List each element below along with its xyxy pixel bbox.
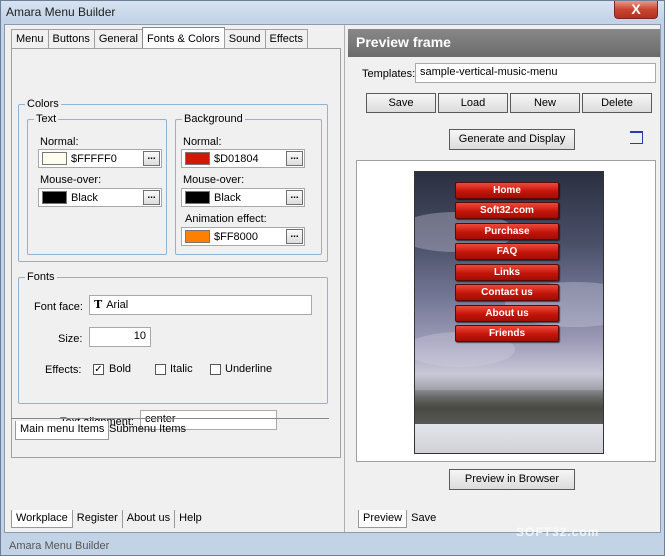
tab-save[interactable]: Save	[407, 510, 440, 528]
preview-header: Preview frame	[348, 29, 660, 57]
animation-value: $FF8000	[214, 231, 259, 243]
settings-tabs: Menu Buttons General Fonts & Colors Soun…	[11, 27, 308, 49]
bg-normal-swatch	[185, 152, 210, 165]
delete-template-button[interactable]: Delete	[582, 93, 652, 113]
text-mouseover-label: Mouse-over:	[40, 174, 102, 186]
bg-mouseover-label: Mouse-over:	[183, 174, 245, 186]
tab-submenu-items[interactable]: Submenu Items	[105, 421, 190, 440]
client-area: Menu Buttons General Fonts & Colors Soun…	[4, 24, 661, 533]
bg-mouseover-swatch	[185, 191, 210, 204]
tab-effects[interactable]: Effects	[264, 29, 308, 48]
preview-in-browser-button[interactable]: Preview in Browser	[449, 469, 575, 490]
preview-frame: Home Soft32.com Purchase FAQ Links Conta…	[356, 160, 656, 462]
italic-label: Italic	[170, 363, 193, 375]
text-normal-value: $FFFFF0	[71, 153, 117, 165]
animation-effect-label: Animation effect:	[185, 213, 267, 225]
preview-menu-item-contact-us[interactable]: Contact us	[455, 284, 559, 301]
text-mouseover-picker-button[interactable]: ...	[143, 190, 160, 205]
background-legend: Background	[184, 113, 243, 125]
preview-panel: Preview frame Templates: sample-vertical…	[348, 25, 660, 532]
bg-normal-color-field[interactable]: $D01804 ...	[181, 149, 305, 168]
bg-mouseover-value: Black	[214, 192, 241, 204]
text-mouseover-swatch	[42, 191, 67, 204]
preview-tabs: Preview Save	[358, 510, 440, 530]
animation-swatch	[185, 230, 210, 243]
tab-help[interactable]: Help	[175, 510, 206, 528]
text-legend: Text	[36, 113, 57, 125]
bg-normal-label: Normal:	[183, 136, 222, 148]
tab-menu[interactable]: Menu	[11, 29, 49, 48]
close-button[interactable]: X	[614, 1, 658, 19]
title-bar: Amara Menu Builder X	[1, 1, 664, 23]
templates-label: Templates:	[362, 68, 416, 80]
bold-checkbox[interactable]: ✓	[93, 364, 104, 375]
tab-register[interactable]: Register	[73, 510, 123, 528]
bg-normal-value: $D01804	[214, 153, 259, 165]
preview-menu-item-friends[interactable]: Friends	[455, 325, 559, 342]
text-mouseover-color-field[interactable]: Black ...	[38, 188, 162, 207]
font-face-value: Arial	[106, 299, 129, 311]
text-normal-color-field[interactable]: $FFFFF0 ...	[38, 149, 162, 168]
bg-mouseover-picker-button[interactable]: ...	[286, 190, 303, 205]
truetype-font-icon: T	[94, 298, 103, 311]
new-template-button[interactable]: New	[510, 93, 580, 113]
menu-preview-image: Home Soft32.com Purchase FAQ Links Conta…	[414, 171, 604, 454]
bg-normal-picker-button[interactable]: ...	[286, 151, 303, 166]
window-title: Amara Menu Builder	[6, 5, 116, 19]
preview-menu-item-faq[interactable]: FAQ	[455, 243, 559, 260]
maximize-icon[interactable]	[630, 131, 643, 144]
font-size-label: Size:	[58, 333, 83, 345]
animation-picker-button[interactable]: ...	[286, 229, 303, 244]
preview-menu-item-about-us[interactable]: About us	[455, 305, 559, 322]
save-template-button[interactable]: Save	[366, 93, 436, 113]
text-normal-picker-button[interactable]: ...	[143, 151, 160, 166]
preview-menu-item-home[interactable]: Home	[455, 182, 559, 199]
tab-fonts-colors[interactable]: Fonts & Colors	[141, 27, 225, 48]
tab-buttons[interactable]: Buttons	[47, 29, 95, 48]
tab-workplace[interactable]: Workplace	[11, 510, 73, 528]
font-face-field[interactable]: T Arial	[89, 295, 312, 315]
preview-menu-item-soft32[interactable]: Soft32.com	[455, 202, 559, 219]
font-size-field[interactable]: 10	[89, 327, 151, 347]
text-normal-swatch	[42, 152, 67, 165]
text-mouseover-value: Black	[71, 192, 98, 204]
workplace-tabs: Workplace Register About us Help	[11, 510, 206, 530]
underline-label: Underline	[225, 363, 273, 375]
underline-checkbox[interactable]	[210, 364, 221, 375]
tab-main-menu-items[interactable]: Main menu Items	[15, 421, 110, 440]
colors-legend: Colors	[27, 98, 59, 110]
templates-field[interactable]: sample-vertical-music-menu	[415, 63, 656, 83]
subtab-divider	[11, 418, 329, 419]
font-face-label: Font face:	[34, 301, 83, 313]
tab-about-us[interactable]: About us	[123, 510, 176, 528]
app-window: Amara Menu Builder X Menu Buttons Genera…	[0, 0, 665, 556]
italic-checkbox[interactable]	[155, 364, 166, 375]
tab-sound[interactable]: Sound	[223, 29, 266, 48]
font-effects-label: Effects:	[45, 364, 82, 376]
tab-general[interactable]: General	[93, 29, 143, 48]
status-bar-text: Amara Menu Builder	[9, 540, 110, 552]
fonts-colors-page: Colors Text Normal: $FFFFF0 ... Mouse-ov…	[11, 48, 341, 458]
panel-splitter[interactable]	[344, 25, 345, 532]
sea	[415, 424, 603, 453]
watermark: SOFT32.com	[516, 525, 600, 539]
tab-preview[interactable]: Preview	[358, 510, 408, 528]
menu-level-tabs: Main menu Items Submenu Items	[11, 418, 329, 442]
animation-color-field[interactable]: $FF8000 ...	[181, 227, 305, 246]
preview-menu-item-purchase[interactable]: Purchase	[455, 223, 559, 240]
text-normal-label: Normal:	[40, 136, 79, 148]
treeline	[415, 390, 603, 426]
preview-menu-item-links[interactable]: Links	[455, 264, 559, 281]
bold-label: Bold	[109, 363, 132, 375]
bg-mouseover-color-field[interactable]: Black ...	[181, 188, 305, 207]
generate-display-button[interactable]: Generate and Display	[449, 129, 575, 150]
fonts-legend: Fonts	[27, 271, 55, 283]
load-template-button[interactable]: Load	[438, 93, 508, 113]
